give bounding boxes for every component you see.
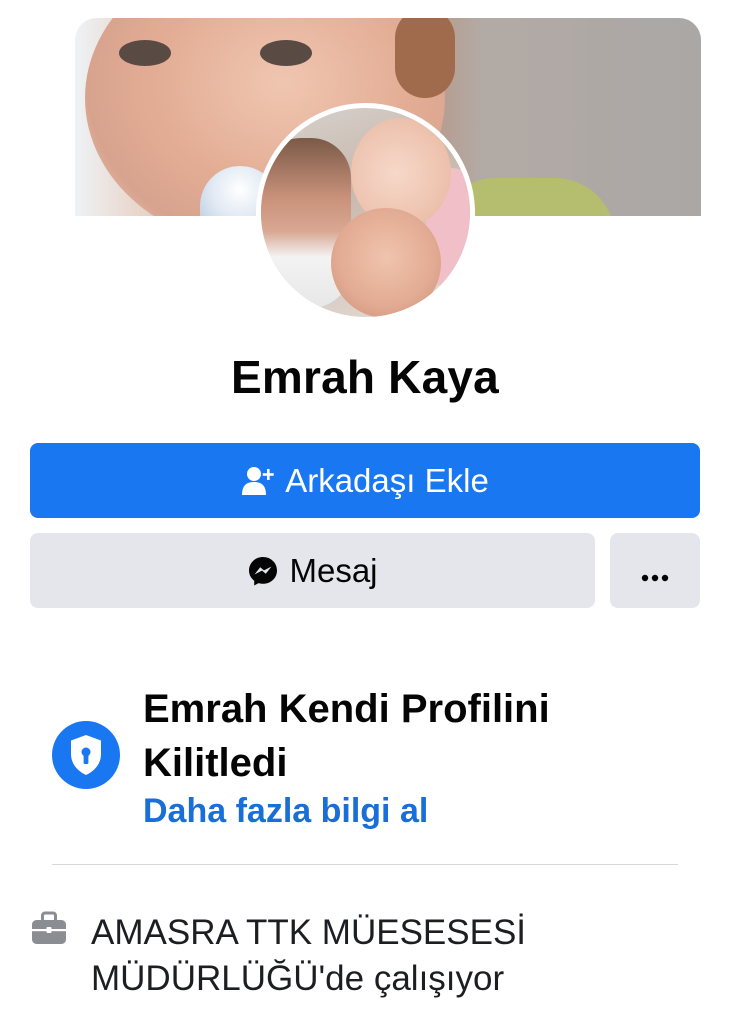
divider <box>52 864 678 865</box>
profile-locked-title: Emrah Kendi Profilini Kilitledi <box>143 687 550 785</box>
work-info: AMASRA TTK MÜESESESİ MÜDÜRLÜĞÜ'de çalışı… <box>91 913 527 998</box>
shield-lock-icon <box>52 721 120 789</box>
cover-hair <box>395 18 455 98</box>
cover-eye-left <box>119 40 171 66</box>
ellipsis-icon <box>641 552 669 590</box>
add-friend-button[interactable]: Arkadaşı Ekle <box>30 443 700 518</box>
avatar-child <box>331 208 441 317</box>
learn-more-link[interactable]: Daha fazla bilgi al <box>143 792 428 831</box>
profile-picture[interactable] <box>256 103 475 322</box>
person-plus-icon <box>241 466 275 496</box>
more-options-button[interactable] <box>610 533 700 608</box>
message-label: Mesaj <box>289 551 378 589</box>
profile-name: Emrah Kaya <box>231 351 499 403</box>
messenger-icon <box>247 555 279 587</box>
message-button[interactable]: Mesaj <box>30 533 595 608</box>
add-friend-label: Arkadaşı Ekle <box>285 461 489 499</box>
briefcase-icon <box>30 909 68 947</box>
cover-eye-right <box>260 40 312 66</box>
